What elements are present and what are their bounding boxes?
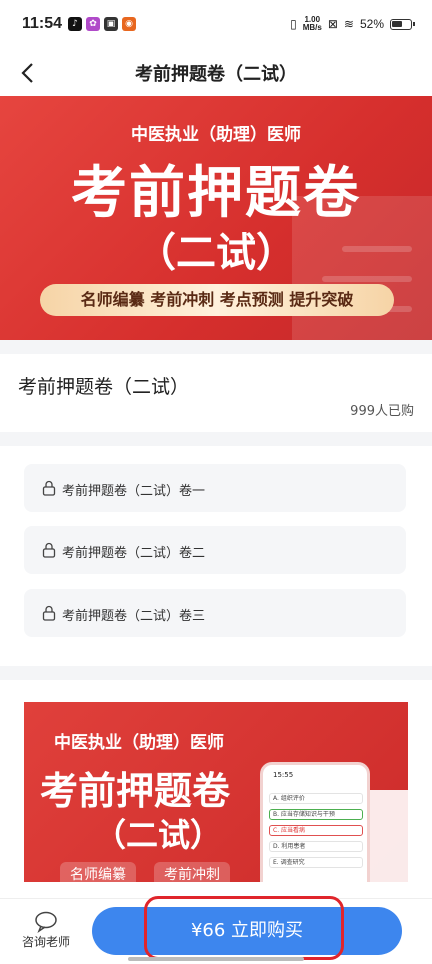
consult-teacher-button[interactable]: 咨询老师 <box>14 911 78 955</box>
battery-percent: 52% <box>359 17 384 31</box>
paper-label: 考前押题卷（二试）卷二 <box>62 546 206 561</box>
paper-list: 考前押题卷（二试）卷一 考前押题卷（二试）卷二 考前押题卷（二试）卷三 <box>0 446 432 666</box>
app-icon: ✿ <box>86 17 100 31</box>
vibrate-icon: ▯ <box>290 17 297 31</box>
promo-tag: 考前冲刺 <box>154 862 230 882</box>
promo-subtitle: 中医执业（助理）医师 <box>54 733 224 753</box>
hero-title: 考前押题卷 <box>71 161 361 226</box>
hero-tags: 名师编纂 考前冲刺 考点预测 提升突破 <box>40 284 394 316</box>
no-sim-icon: ⊠ <box>327 17 338 31</box>
app-icon: ◉ <box>122 17 136 31</box>
hero-subtitle: 中医执业（助理）医师 <box>131 125 301 145</box>
phone-mockup: 15:55 A. 组织评价 B. 应当存储知识与干预 C. 应当看病 D. 利用… <box>260 762 370 882</box>
lock-icon <box>42 542 56 558</box>
bottom-bar: 咨询老师 ¥66 立即购买 <box>0 898 432 964</box>
home-indicator <box>128 957 304 961</box>
status-bar: 11:54 ♪ ✿ ▣ ◉ ▯ 1.00 MB/s ⊠ ≋ 52% <box>0 0 432 50</box>
app-icon: ▣ <box>104 17 118 31</box>
hero-title-2: （二试） <box>136 230 296 276</box>
promo-title-2: （二试） <box>94 816 223 854</box>
product-title: 考前押题卷（二试） <box>18 376 190 398</box>
promo-section: 中医执业（助理）医师 考前押题卷 （二试） 名师编纂 考前冲刺 15:55 A.… <box>0 680 432 900</box>
network-speed: 1.00 MB/s <box>302 15 322 32</box>
status-time: 11:54 <box>22 15 63 32</box>
paper-label: 考前押题卷（二试）卷三 <box>62 609 206 624</box>
hero-banner: 中医执业（助理）医师 考前押题卷 （二试） 名师编纂 考前冲刺 考点预测 提升突… <box>0 96 432 340</box>
purchase-count: 999人已购 <box>350 404 414 419</box>
product-info: 考前押题卷（二试） 999人已购 <box>0 354 432 432</box>
paper-item-3[interactable]: 考前押题卷（二试）卷三 <box>24 589 406 637</box>
paper-label: 考前押题卷（二试）卷一 <box>62 484 206 499</box>
tiktok-icon: ♪ <box>68 17 82 31</box>
paper-item-1[interactable]: 考前押题卷（二试）卷一 <box>24 464 406 512</box>
lock-icon <box>42 605 56 621</box>
paper-item-2[interactable]: 考前押题卷（二试）卷二 <box>24 526 406 574</box>
consult-label: 咨询老师 <box>21 935 70 949</box>
promo-tag: 名师编纂 <box>60 862 136 882</box>
buy-now-button[interactable]: ¥66 立即购买 <box>92 907 402 955</box>
status-app-icons: ♪ ✿ ▣ ◉ <box>68 17 136 31</box>
chat-bubble-icon <box>35 911 57 933</box>
battery-icon <box>390 18 415 30</box>
promo-image: 中医执业（助理）医师 考前押题卷 （二试） 名师编纂 考前冲刺 15:55 A.… <box>24 702 408 882</box>
nav-bar: 考前押题卷（二试） <box>0 50 432 96</box>
status-right: ▯ 1.00 MB/s ⊠ ≋ 52% <box>290 15 415 32</box>
promo-title: 考前押题卷 <box>40 769 231 813</box>
lock-icon <box>42 480 56 496</box>
wifi-icon: ≋ <box>343 17 354 31</box>
page-title: 考前押题卷（二试） <box>135 64 297 85</box>
